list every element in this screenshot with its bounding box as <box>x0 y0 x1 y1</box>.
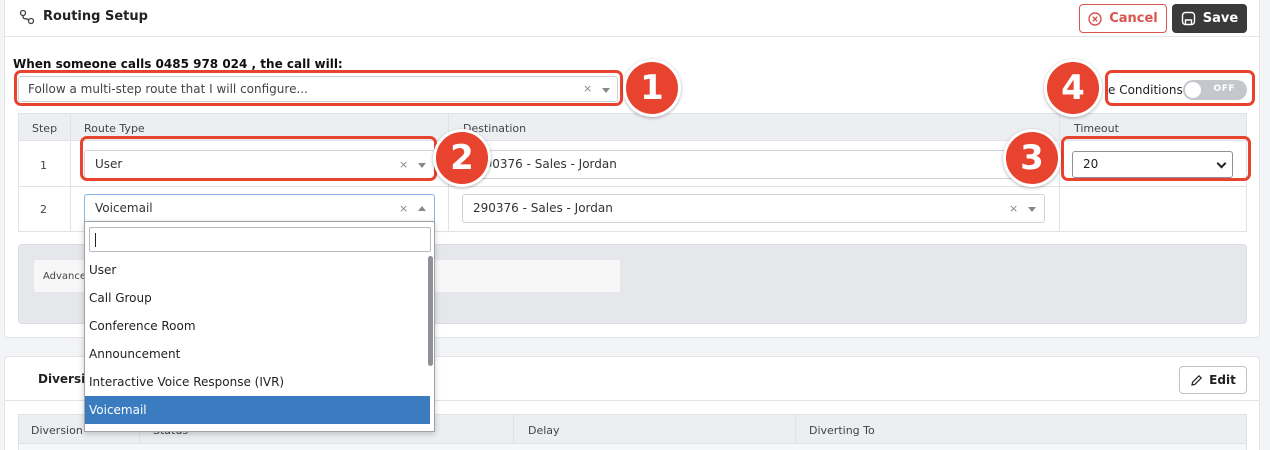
chevron-up-icon <box>418 206 426 211</box>
cancel-button[interactable]: Cancel <box>1079 4 1167 33</box>
destination-select[interactable]: 290376 - Sales - Jordan × <box>462 194 1045 223</box>
text-caret <box>95 233 96 247</box>
column-divider <box>70 113 71 231</box>
dropdown-search-input[interactable] <box>89 227 431 252</box>
dropdown-scrollbar[interactable] <box>428 256 433 366</box>
clear-icon[interactable]: × <box>1009 195 1018 222</box>
pencil-icon <box>1191 374 1203 386</box>
route-type-select[interactable]: Voicemail × <box>84 194 435 223</box>
column-step: Step <box>32 122 58 135</box>
callout-highlight-3 <box>1061 136 1251 181</box>
column-delay: Delay <box>528 424 560 437</box>
callout-badge-2: 2 <box>433 129 491 187</box>
routing-setup-header: Routing Setup Cancel Save <box>5 0 1259 37</box>
routing-intro-text: When someone calls 0485 978 024 , the ca… <box>13 57 343 71</box>
callout-highlight-2 <box>80 136 437 181</box>
save-label: Save <box>1202 11 1239 26</box>
save-button[interactable]: Save <box>1172 4 1247 33</box>
option-call-group[interactable]: Call Group <box>85 284 430 312</box>
option-announcement[interactable]: Announcement <box>85 340 430 368</box>
destination-value: 290376 - Sales - Jordan <box>477 157 617 171</box>
callout-highlight-1 <box>14 70 623 106</box>
diversions-title: Diversi <box>38 372 86 386</box>
column-diverting-to: Diverting To <box>809 424 875 437</box>
column-timeout: Timeout <box>1074 122 1119 135</box>
column-diversion: Diversion <box>31 424 83 437</box>
column-route-type: Route Type <box>84 122 145 135</box>
callout-badge-1: 1 <box>623 59 681 117</box>
clear-icon[interactable]: × <box>399 195 408 222</box>
cancel-circle-icon <box>1088 11 1102 26</box>
destination-select[interactable]: 290376 - Sales - Jordan <box>462 150 1045 179</box>
table-row <box>18 444 1247 450</box>
chevron-down-icon <box>1028 207 1036 212</box>
page-title: Routing Setup <box>43 9 148 24</box>
route-type-dropdown: User Call Group Conference Room Announce… <box>84 221 435 432</box>
route-type-value: Voicemail <box>95 201 153 215</box>
save-icon <box>1181 11 1195 26</box>
step-number: 1 <box>40 159 47 172</box>
option-ivr[interactable]: Interactive Voice Response (IVR) <box>85 368 430 396</box>
column-divider <box>1059 113 1060 231</box>
routing-icon <box>19 9 35 25</box>
option-user[interactable]: User <box>85 256 430 284</box>
advanced-label: Advance <box>43 271 87 282</box>
callout-badge-4: 4 <box>1044 59 1102 117</box>
cancel-label: Cancel <box>1109 11 1158 26</box>
option-conference-room[interactable]: Conference Room <box>85 312 430 340</box>
step-number: 2 <box>40 203 47 216</box>
callout-highlight-4 <box>1105 70 1255 106</box>
option-voicemail[interactable]: Voicemail <box>85 396 430 424</box>
edit-label: Edit <box>1209 373 1236 387</box>
edit-button[interactable]: Edit <box>1179 366 1247 394</box>
callout-badge-3: 3 <box>1003 129 1061 187</box>
row-divider <box>18 186 1247 187</box>
destination-value: 290376 - Sales - Jordan <box>473 201 613 215</box>
